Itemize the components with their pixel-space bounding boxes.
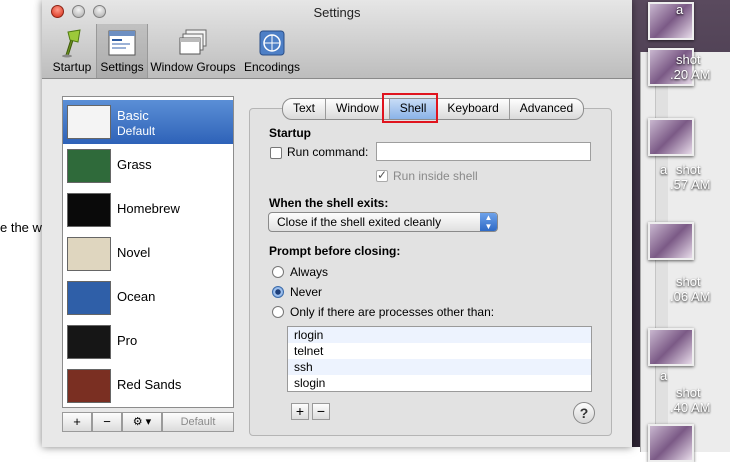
profile-thumbnail	[67, 281, 111, 315]
shell-exit-popup[interactable]: Close if the shell exited cleanly ▲ ▼	[268, 212, 498, 232]
toolbar-startup[interactable]: Startup	[48, 24, 96, 78]
titlebar: Settings Startup Settings Window Groups …	[42, 0, 632, 79]
process-list[interactable]: rlogin telnet ssh slogin	[287, 326, 592, 392]
radio-only-if[interactable]	[272, 306, 284, 318]
profile-thumbnail	[67, 237, 111, 271]
toolbar-label: Settings	[100, 60, 144, 74]
run-command-checkbox[interactable]	[270, 147, 282, 159]
chevron-updown-icon: ▲ ▼	[480, 213, 497, 231]
profile-list[interactable]: Basic Default Grass Homebrew Novel Ocean…	[62, 96, 234, 408]
profile-row-ocean[interactable]: Ocean	[63, 276, 233, 320]
toolbar-label: Encodings	[243, 60, 301, 74]
desktop-label-line2: .40 AM	[670, 400, 711, 415]
radio-never-label: Never	[290, 285, 323, 299]
tab-keyboard[interactable]: Keyboard	[437, 99, 510, 119]
list-item[interactable]: rlogin	[288, 327, 591, 343]
screenshot-thumbnail[interactable]	[648, 2, 694, 40]
run-command-label: Run command:	[287, 145, 369, 159]
remove-profile-button[interactable]: −	[92, 412, 122, 432]
profile-thumbnail	[67, 193, 111, 227]
window-title: Settings	[313, 5, 361, 20]
profile-name: Ocean	[117, 289, 156, 304]
tab-text[interactable]: Text	[283, 99, 327, 119]
profile-name: Homebrew	[117, 201, 180, 216]
screenshot-thumbnail[interactable]	[648, 328, 694, 366]
profile-name: Grass	[117, 157, 152, 172]
desktop-label-partial: a	[660, 368, 668, 383]
toolbar-settings[interactable]: Settings	[96, 24, 148, 78]
window-groups-icon	[179, 29, 207, 55]
startup-icon	[62, 29, 81, 58]
startup-heading: Startup	[269, 126, 311, 140]
profile-default-label: Default	[117, 124, 156, 138]
radio-only-if-label: Only if there are processes other than:	[290, 305, 495, 319]
highlight-box	[382, 93, 438, 123]
help-button[interactable]: ?	[573, 402, 595, 424]
desktop-label-line1: shot	[676, 274, 701, 289]
list-item[interactable]: slogin	[288, 375, 591, 391]
profile-name: Basic	[117, 108, 149, 123]
add-profile-button[interactable]: +	[62, 412, 92, 432]
run-command-field[interactable]	[376, 142, 591, 161]
profile-row-grass[interactable]: Grass	[63, 144, 233, 188]
encodings-icon	[259, 30, 285, 56]
screenshot-thumbnail[interactable]	[648, 118, 694, 156]
desktop-label-line2: .06 AM	[670, 289, 711, 304]
tab-advanced[interactable]: Advanced	[510, 99, 583, 119]
desktop-label-line2: .57 AM	[670, 177, 711, 192]
exit-heading: When the shell exits:	[269, 196, 389, 210]
background-window-text: e the w	[0, 220, 42, 235]
settings-window: Settings Startup Settings Window Groups …	[42, 0, 632, 447]
radio-never[interactable]	[272, 286, 284, 298]
profile-thumbnail	[67, 105, 111, 139]
add-process-button[interactable]: +	[291, 403, 309, 420]
profile-action-menu[interactable]: ⚙ ▾	[122, 412, 162, 432]
profile-thumbnail	[67, 325, 111, 359]
prompt-heading: Prompt before closing:	[269, 244, 401, 258]
profile-row-pro[interactable]: Pro	[63, 320, 233, 364]
run-inside-shell-label: Run inside shell	[393, 169, 478, 183]
toolbar-label: Window Groups	[150, 60, 236, 74]
profile-name: Pro	[117, 333, 138, 348]
toolbar-window-groups[interactable]: Window Groups	[146, 24, 240, 78]
screenshot-thumbnail[interactable]	[648, 222, 694, 260]
desktop-label-line2: .20 AM	[670, 67, 711, 82]
remove-process-button[interactable]: −	[312, 403, 330, 420]
screenshot-thumbnail[interactable]	[648, 424, 694, 462]
toolbar-encodings[interactable]: Encodings	[240, 24, 304, 78]
profile-row-basic[interactable]: Basic Default	[63, 100, 233, 144]
radio-always-label: Always	[290, 265, 329, 279]
default-button[interactable]: Default	[162, 412, 234, 432]
profile-name: Novel	[117, 245, 151, 260]
radio-always[interactable]	[272, 266, 284, 278]
profile-thumbnail	[67, 369, 111, 403]
profile-row-red-sands[interactable]: Red Sands	[63, 364, 233, 408]
run-inside-shell-checkbox[interactable]	[376, 168, 388, 182]
desktop-label-line1: shot	[676, 385, 701, 400]
desktop-label-partial: a	[660, 162, 668, 177]
settings-icon	[108, 30, 136, 56]
desktop-label-partial: a	[676, 2, 684, 17]
list-item[interactable]: telnet	[288, 343, 591, 359]
list-item[interactable]: ssh	[288, 359, 591, 375]
profile-thumbnail	[67, 149, 111, 183]
profile-row-homebrew[interactable]: Homebrew	[63, 188, 233, 232]
profile-name: Red Sands	[117, 377, 182, 392]
shell-exit-selected: Close if the shell exited cleanly	[277, 215, 442, 229]
desktop-label-line1: shot	[676, 162, 701, 177]
tab-window[interactable]: Window	[326, 99, 390, 119]
desktop-label-line1: shot	[676, 52, 701, 67]
toolbar-label: Startup	[52, 60, 92, 74]
profile-row-novel[interactable]: Novel	[63, 232, 233, 276]
